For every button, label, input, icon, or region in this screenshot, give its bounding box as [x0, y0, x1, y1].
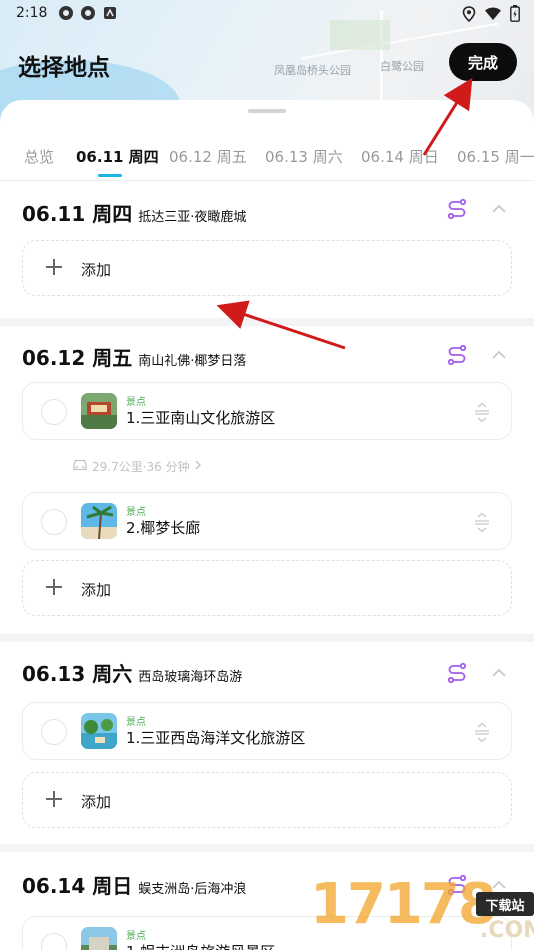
spot-category: 景点: [126, 931, 146, 942]
done-button[interactable]: 完成: [449, 43, 517, 81]
text-notification-icon: [102, 5, 118, 21]
route-distance: 29.7公里·36 分钟: [92, 460, 190, 474]
app-notification-icon: [80, 5, 96, 21]
watermark-number: 17178: [310, 872, 497, 937]
section-separator: [0, 318, 534, 326]
select-radio[interactable]: [41, 509, 67, 535]
spot-name: 2.椰梦长廊: [126, 519, 201, 537]
day-tabs: 总览 06.11 周四 06.12 周五 06.13 周六 06.14 周日 0…: [0, 146, 534, 178]
divider: [0, 180, 534, 181]
select-radio[interactable]: [41, 933, 67, 950]
tab-indicator: [98, 174, 122, 177]
day-date: 06.14 周日: [22, 874, 133, 898]
day-header: 06.12 周五 南山礼佛·椰梦日落: [22, 342, 246, 371]
battery-icon: [510, 5, 520, 26]
page-title: 选择地点: [18, 55, 110, 81]
chevron-up-icon[interactable]: [488, 344, 510, 366]
route-plan-icon[interactable]: [446, 198, 468, 220]
bottom-sheet: 总览 06.11 周四 06.12 周五 06.13 周六 06.14 周日 0…: [0, 100, 534, 950]
day-header: 06.14 周日 蜈支洲岛·后海冲浪: [22, 870, 246, 899]
section-separator: [0, 634, 534, 642]
tab-day-0615[interactable]: 06.15 周一: [457, 146, 534, 167]
select-radio[interactable]: [41, 719, 67, 745]
section-separator: [0, 844, 534, 852]
day-date: 06.12 周五: [22, 346, 133, 370]
plus-icon: [43, 576, 65, 598]
add-label: 添加: [81, 261, 112, 279]
spot-thumbnail: [81, 503, 117, 539]
car-icon: [72, 458, 88, 475]
route-plan-icon[interactable]: [446, 662, 468, 684]
drag-handle-icon[interactable]: [471, 401, 493, 423]
add-label: 添加: [81, 793, 112, 811]
day-section: 06.11 周四 抵达三亚·夜瞰鹿城 添加: [0, 182, 534, 318]
select-radio[interactable]: [41, 399, 67, 425]
system-status-icons: [462, 5, 520, 26]
day-section: 06.12 周五 南山礼佛·椰梦日落 景点 1.三亚南山文化旅游区 29.7公里…: [0, 326, 534, 634]
app-notification-icon: [58, 5, 74, 21]
drag-handle-icon[interactable]: [471, 511, 493, 533]
status-bar: 2:18: [0, 0, 534, 28]
add-place-button[interactable]: 添加: [22, 772, 512, 828]
day-subtitle: 抵达三亚·夜瞰鹿城: [138, 210, 247, 225]
wifi-icon: [484, 6, 502, 25]
add-place-button[interactable]: 添加: [22, 560, 512, 616]
spot-name: 1.三亚南山文化旅游区: [126, 409, 276, 427]
spot-category: 景点: [126, 717, 146, 728]
day-date: 06.11 周四: [22, 202, 133, 226]
spot-name: 1.三亚西岛海洋文化旅游区: [126, 729, 306, 747]
plus-icon: [43, 256, 65, 278]
map-label: 凤凰岛桥头公园: [274, 64, 351, 77]
add-place-button[interactable]: 添加: [22, 240, 512, 296]
spot-card[interactable]: 景点 1.三亚西岛海洋文化旅游区: [22, 702, 512, 760]
spot-card[interactable]: 景点 1.三亚南山文化旅游区: [22, 382, 512, 440]
day-header: 06.11 周四 抵达三亚·夜瞰鹿城: [22, 198, 246, 227]
spot-thumbnail: [81, 393, 117, 429]
watermark-badge: 下载站: [476, 892, 534, 916]
tab-day-0613[interactable]: 06.13 周六: [265, 146, 343, 167]
spot-name: 1.蜈支洲岛旅游风景区: [126, 941, 275, 950]
tab-day-0612[interactable]: 06.12 周五: [169, 146, 247, 167]
watermark-logo: 17178 下载站 .COM: [310, 862, 534, 950]
day-date: 06.13 周六: [22, 662, 133, 686]
chevron-up-icon[interactable]: [488, 198, 510, 220]
status-time: 2:18: [16, 5, 48, 21]
watermark-suffix: .COM: [480, 918, 534, 943]
tab-overview[interactable]: 总览: [24, 146, 54, 167]
chevron-up-icon[interactable]: [488, 662, 510, 684]
day-subtitle: 西岛玻璃海环岛游: [138, 670, 243, 685]
day-header: 06.13 周六 西岛玻璃海环岛游: [22, 658, 242, 687]
tab-day-0611[interactable]: 06.11 周四: [76, 146, 159, 167]
add-label: 添加: [81, 581, 112, 599]
spot-category: 景点: [126, 507, 146, 518]
notification-icons: [58, 5, 118, 21]
map-label: 白鹭公园: [380, 60, 424, 73]
spot-thumbnail: [81, 713, 117, 749]
chevron-right-icon: [194, 459, 202, 474]
drag-handle-icon[interactable]: [471, 721, 493, 743]
spot-card[interactable]: 景点 2.椰梦长廊: [22, 492, 512, 550]
sheet-drag-handle[interactable]: [248, 109, 286, 113]
route-plan-icon[interactable]: [446, 344, 468, 366]
tab-day-0614[interactable]: 06.14 周日: [361, 146, 439, 167]
spot-thumbnail: [81, 927, 117, 950]
plus-icon: [43, 788, 65, 810]
day-subtitle: 南山礼佛·椰梦日落: [138, 354, 247, 369]
day-section: 06.13 周六 西岛玻璃海环岛游 景点 1.三亚西岛海洋文化旅游区 添加: [0, 642, 534, 844]
location-icon: [462, 5, 476, 26]
route-info[interactable]: 29.7公里·36 分钟: [72, 458, 202, 475]
day-subtitle: 蜈支洲岛·后海冲浪: [138, 882, 247, 897]
spot-category: 景点: [126, 397, 146, 408]
